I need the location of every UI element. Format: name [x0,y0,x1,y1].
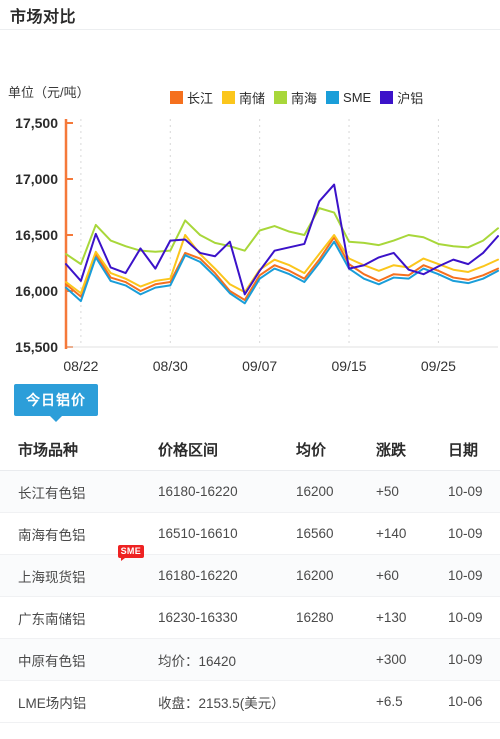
cell-average-price: 16200 [296,470,376,513]
table-row[interactable]: 广东南储铝 16230-16330 16280 +130 10-09 [0,596,500,639]
legend-label: 长江 [187,91,214,106]
market-name-label: 上海现货铝 [18,569,86,585]
sme-badge: SME [117,545,144,561]
cell-date: 10-09 [448,638,500,681]
today-price-tab-row: 今日铝价 [0,378,500,428]
cell-average-price [296,680,376,723]
y-axis-tick-label: 17,000 [15,171,58,187]
cell-change: +6.5 [376,680,448,723]
legend-item-南海[interactable]: 南海 [274,88,317,107]
cell-market-name: 中原有色铝 [0,638,158,681]
cell-date: 10-09 [448,596,500,639]
y-axis-tick-label: 17,500 [15,115,58,131]
cell-price-range: 16180-16220 [158,470,296,513]
cell-price-range: 16230-16330 [158,596,296,639]
cell-date: 10-09 [448,470,500,513]
legend-swatch-icon [274,91,288,104]
cell-change: +140 [376,512,448,555]
page-title: 市场对比 [10,8,77,26]
column-header-change: 涨跌 [376,428,448,471]
x-axis-tick-label: 08/30 [153,358,188,374]
price-table: 市场品种 价格区间 均价 涨跌 日期 长江有色铝 16180-16220 16200… [0,428,500,723]
legend-label: 南海 [291,91,318,106]
cell-change: +300 [376,638,448,681]
y-axis-tick-label: 16,500 [15,227,58,243]
cell-price-range: 16510-16610 [158,512,296,555]
cell-price-range: 均价：16420 [158,638,296,681]
chart-series-line-南海 [65,207,499,266]
table-row[interactable]: 上海现货铝 SME 16180-16220 16200 +60 10-09 [0,545,500,597]
legend-item-SME[interactable]: SME [326,90,371,105]
cell-change: +60 [376,554,448,597]
x-axis-tick-label: 09/07 [242,358,277,374]
cell-average-price [296,638,376,681]
legend-item-南储[interactable]: 南储 [222,88,265,107]
cell-price-range: 16180-16220 [158,554,296,597]
x-axis-tick-label: 09/15 [332,358,367,374]
cell-market-name: 长江有色铝 [0,470,158,513]
price-table-head: 市场品种 价格区间 均价 涨跌 日期 [0,428,500,471]
column-header-date: 日期 [448,428,500,471]
market-name-label: 中原有色铝 [18,653,86,669]
cell-market-name: 上海现货铝 SME [0,545,158,597]
market-name-label: 南海有色铝 [18,527,86,543]
chart-legend: 长江 南储 南海 SME 沪铝 [170,88,423,107]
x-axis-tick-label: 08/22 [63,358,98,374]
chart-series-line-SME [65,240,499,305]
chart-series-line-沪铝 [65,183,499,296]
cell-date: 10-06 [448,680,500,723]
line-chart-svg: 17,500 17,000 16,500 16,000 15,500 08/22 08/30… [15,115,499,374]
table-row[interactable]: 中原有色铝 均价：16420 +300 10-09 [0,638,500,681]
market-name-label: LME场内铝 [18,695,87,711]
chart-panel: 单位（元/吨） 长江 南储 南海 SME 沪铝 17,500 17,000 16,500 16… [0,30,500,378]
cell-average-price: 16200 [296,554,376,597]
legend-swatch-icon [170,91,183,104]
cell-market-name: 广东南储铝 [0,596,158,639]
cell-change: +130 [376,596,448,639]
page-header: 市场对比 [0,0,500,30]
x-axis-tick-label: 09/25 [421,358,456,374]
column-header-range: 价格区间 [158,428,296,471]
legend-label: SME [343,90,372,105]
cell-date: 10-09 [448,554,500,597]
legend-swatch-icon [326,91,340,104]
legend-label: 沪铝 [397,91,424,106]
table-row[interactable]: LME场内铝 收盘：2153.5(美元） +6.5 10-06 [0,680,500,723]
legend-item-沪铝[interactable]: 沪铝 [380,88,423,107]
cell-market-name: LME场内铝 [0,680,158,723]
cell-average-price: 16560 [296,512,376,555]
table-header-row: 市场品种 价格区间 均价 涨跌 日期 [0,428,500,471]
market-name-label: 长江有色铝 [18,485,86,501]
price-table-body: 长江有色铝 16180-16220 16200 +50 10-09 南海有色铝 16510-… [0,470,500,723]
market-name-label: 广东南储铝 [18,611,86,627]
column-header-average: 均价 [296,428,376,471]
tab-today-aluminum-price[interactable]: 今日铝价 [14,384,98,422]
cell-price-range: 收盘：2153.5(美元） [158,680,296,723]
cell-date: 10-09 [448,512,500,555]
cell-change: +50 [376,470,448,513]
table-row[interactable]: 南海有色铝 16510-16610 16560 +140 10-09 [0,512,500,555]
table-row[interactable]: 长江有色铝 16180-16220 16200 +50 10-09 [0,470,500,513]
legend-swatch-icon [222,91,236,104]
y-axis-tick-label: 16,000 [15,283,58,299]
legend-swatch-icon [380,91,394,104]
legend-label: 南储 [239,91,266,106]
legend-item-长江[interactable]: 长江 [170,88,213,107]
y-axis-tick-label: 15,500 [15,339,58,355]
cell-average-price: 16280 [296,596,376,639]
chart-unit-label: 单位（元/吨） [8,85,90,100]
column-header-market: 市场品种 [0,428,158,471]
chart-plot-area: 17,500 17,000 16,500 16,000 15,500 08/22 08/30… [0,115,500,375]
